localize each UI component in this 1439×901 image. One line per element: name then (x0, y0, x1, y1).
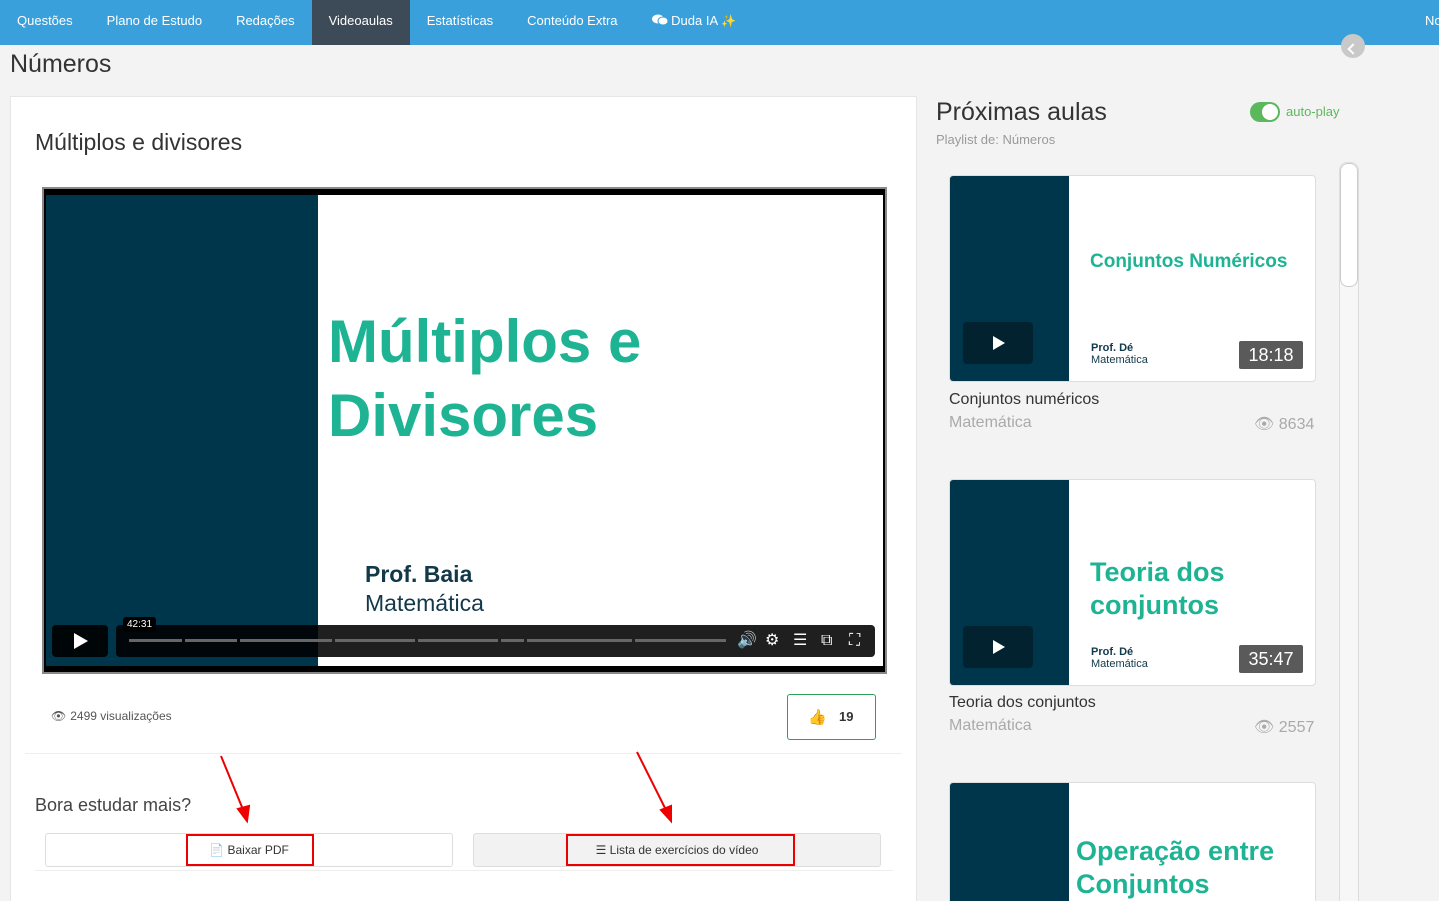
play-icon[interactable] (963, 322, 1033, 364)
duda-ia-label: Duda IA (671, 13, 718, 28)
eye-icon: 👁 (51, 709, 67, 723)
like-button[interactable]: 👍 19 (787, 694, 876, 740)
lesson-card: Múltiplos e divisores Múltiplos e Diviso… (10, 96, 917, 901)
thumbnail-professor: Prof. Dé (1091, 646, 1134, 658)
duration-badge: 18:18 (1239, 341, 1303, 369)
nav-item-estatisticas[interactable]: Estatísticas (410, 0, 510, 45)
playlist-item-views: 👁 8634 (1254, 416, 1315, 433)
thumbnail-subject: Matemática (1091, 354, 1148, 366)
progress-track[interactable]: 42:31 (123, 617, 726, 642)
volume-icon[interactable]: 🔊 (737, 631, 757, 651)
eye-icon: 👁 (1254, 719, 1275, 736)
chat-icon (651, 13, 672, 28)
sidebar-subtitle: Playlist de: Números (936, 132, 1056, 147)
playlist-thumbnail[interactable]: Conjuntos Numéricos Prof. Dé Matemática … (949, 175, 1316, 382)
thumbnail-subject: Matemática (1091, 658, 1148, 670)
view-count: 👁 2499 visualizações (51, 709, 172, 723)
video-slide-professor: Prof. Baia (365, 561, 473, 587)
video-slide-title: Múltiplos e Divisores (328, 308, 642, 449)
playlist-thumbnail[interactable]: Operação entre Conjuntos (949, 782, 1316, 901)
video-slide-panel (46, 195, 318, 666)
playlist-item-subject: Matemática (949, 717, 1032, 734)
playlist-item-views: 👁 2557 (1254, 719, 1315, 736)
thumbs-up-icon: 👍 (808, 709, 827, 726)
top-nav: Questões Plano de Estudo Redações Videoa… (0, 0, 1439, 45)
video-slide-subject: Matemática (365, 590, 484, 616)
divider (25, 753, 902, 754)
video-slide: Múltiplos e Divisores Prof. Baia Matemát… (318, 195, 883, 666)
settings-icon[interactable]: ⚙ (765, 631, 779, 651)
nav-item-cut[interactable]: No (1425, 0, 1439, 42)
study-more-heading: Bora estudar mais? (35, 795, 192, 815)
nav-item-questoes[interactable]: Questões (0, 0, 90, 45)
play-icon[interactable] (963, 626, 1033, 668)
autoplay-label: auto-play (1286, 104, 1340, 119)
chapters-icon[interactable]: ☰ (793, 631, 807, 651)
nav-item-duda-ia[interactable]: Duda IA ✨ (635, 0, 753, 45)
highlight-box-list (566, 834, 795, 866)
sidebar-title: Próximas aulas (936, 98, 1107, 126)
nav-item-plano-de-estudo[interactable]: Plano de Estudo (90, 0, 219, 45)
fullscreen-icon[interactable]: ⛶ (849, 631, 860, 651)
thumbnail-title: Conjuntos Numéricos (1090, 251, 1288, 272)
sparkle-icon: ✨ (721, 14, 736, 28)
nav-item-redacoes[interactable]: Redações (219, 0, 312, 45)
play-icon[interactable] (52, 625, 108, 657)
thumbnail-title: Teoria dos conjuntos (1090, 557, 1225, 620)
video-control-bar: 42:31 🔊 ⚙ ☰ ⧉ ⛶ (116, 617, 875, 657)
playlist-item-title[interactable]: Teoria dos conjuntos (949, 694, 1096, 712)
divider (35, 870, 893, 871)
nav-item-conteudo-extra[interactable]: Conteúdo Extra (510, 0, 634, 45)
thumbnail-panel (950, 783, 1069, 901)
pip-icon[interactable]: ⧉ (821, 631, 832, 651)
playlist-item-title[interactable]: Conjuntos numéricos (949, 391, 1099, 409)
page-title: Números (10, 50, 112, 78)
back-icon[interactable] (1341, 34, 1365, 58)
playlist-scroll-thumb[interactable] (1340, 163, 1358, 287)
thumbnail-professor: Prof. Dé (1091, 342, 1134, 354)
video-player[interactable]: Múltiplos e Divisores Prof. Baia Matemát… (42, 187, 887, 674)
autoplay-toggle[interactable] (1250, 102, 1280, 122)
playlist-thumbnail[interactable]: Teoria dos conjuntos Prof. Dé Matemática… (949, 479, 1316, 686)
time-tooltip: 42:31 (123, 617, 157, 632)
eye-icon: 👁 (1254, 416, 1275, 433)
like-count: 19 (839, 709, 854, 724)
playlist-item-subject: Matemática (949, 414, 1032, 431)
video-controls: 42:31 🔊 ⚙ ☰ ⧉ ⛶ (52, 617, 875, 658)
highlight-box-pdf (186, 834, 314, 866)
thumbnail-title: Operação entre Conjuntos (1076, 836, 1275, 899)
nav-item-videoaulas[interactable]: Videoaulas (311, 0, 410, 45)
duration-badge: 35:47 (1239, 645, 1303, 673)
lesson-title: Múltiplos e divisores (35, 129, 243, 155)
